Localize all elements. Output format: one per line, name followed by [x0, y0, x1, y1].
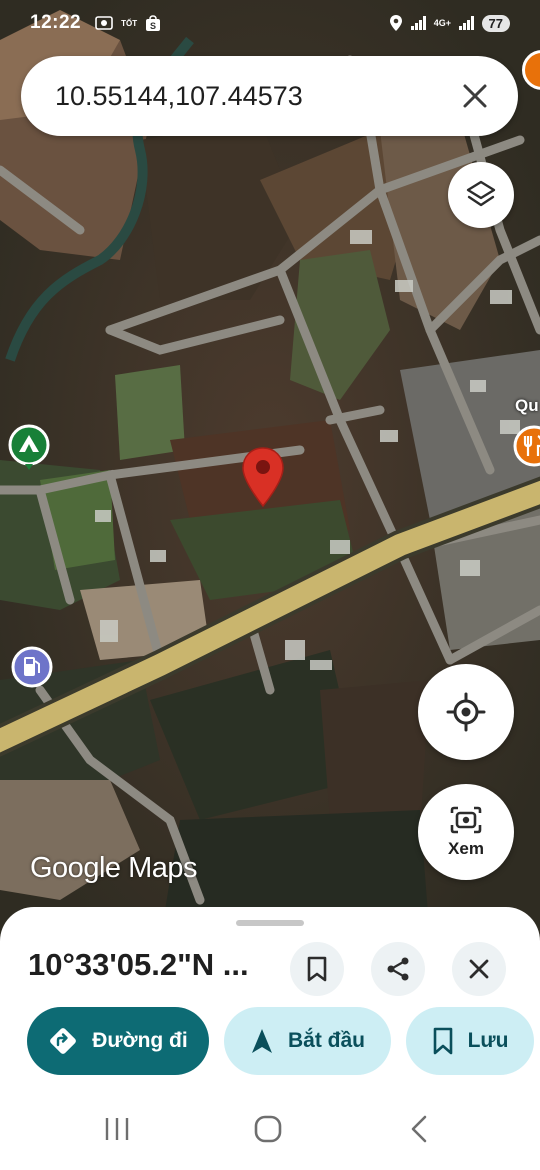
svg-text:S: S: [150, 21, 156, 31]
lens-label: Xem: [448, 839, 484, 858]
system-nav-bar: [0, 1087, 540, 1170]
my-location-icon: [446, 692, 486, 732]
lens-button[interactable]: Xem: [418, 784, 514, 880]
back-icon: [411, 1115, 427, 1143]
search-query[interactable]: 10.55144,107.44573: [55, 81, 458, 112]
signal-icon: [411, 16, 426, 30]
signal-icon-2: [459, 16, 474, 30]
share-button[interactable]: [371, 942, 425, 996]
save-icon-button[interactable]: [290, 942, 344, 996]
search-box[interactable]: 10.55144,107.44573: [21, 56, 518, 136]
drag-handle[interactable]: [236, 920, 304, 926]
bookmark-icon: [433, 1027, 452, 1055]
directions-label: Đường đi: [92, 1029, 188, 1052]
status-system: 4G+ 77: [389, 14, 510, 32]
home-button[interactable]: [248, 1113, 288, 1145]
recent-apps-icon: [105, 1118, 129, 1140]
battery-indicator: 77: [481, 14, 510, 32]
dropped-pin-icon[interactable]: [241, 446, 285, 508]
campground-icon[interactable]: [8, 424, 50, 470]
bookmark-icon: [307, 956, 327, 982]
location-icon: [390, 15, 403, 31]
layers-icon: [466, 180, 496, 207]
camera-lens-icon: [450, 806, 482, 834]
close-icon: [469, 959, 489, 979]
my-location-button[interactable]: [418, 664, 514, 760]
save-button[interactable]: Lưu: [406, 1007, 534, 1075]
status-bar: 12:22 TỐT S 4G+ 77: [0, 0, 540, 46]
directions-button[interactable]: Đường đi: [27, 1007, 209, 1075]
network-label: 4G+: [433, 18, 452, 28]
status-time: 12:22: [30, 12, 82, 33]
place-title: 10°33'05.2"N ...: [28, 947, 249, 982]
gas-station-icon[interactable]: [10, 645, 54, 693]
directions-icon: [50, 1028, 77, 1054]
start-navigation-button[interactable]: Bắt đầu: [224, 1007, 391, 1075]
home-icon: [254, 1115, 282, 1143]
shopping-bag-icon: S: [146, 14, 161, 31]
status-notifications: TỐT S: [95, 14, 161, 32]
save-label: Lưu: [467, 1029, 509, 1052]
screen-record-icon: [95, 16, 113, 30]
place-bottom-sheet[interactable]: 10°33'05.2"N ... Đường đi Bắt đầu Lưu: [0, 907, 540, 1087]
layers-button[interactable]: [448, 162, 514, 228]
back-button[interactable]: [399, 1113, 439, 1145]
close-icon[interactable]: [458, 79, 492, 113]
poi-label: Qu: [515, 396, 539, 415]
start-label: Bắt đầu: [287, 1029, 365, 1052]
google-maps-watermark: Google Maps: [30, 852, 198, 884]
carrier-badge: TỐT: [121, 18, 138, 28]
share-icon: [387, 957, 409, 981]
restaurant-icon[interactable]: [512, 424, 540, 472]
recent-apps-button[interactable]: [97, 1113, 137, 1145]
close-sheet-button[interactable]: [452, 942, 506, 996]
navigation-arrow-icon: [251, 1029, 272, 1053]
